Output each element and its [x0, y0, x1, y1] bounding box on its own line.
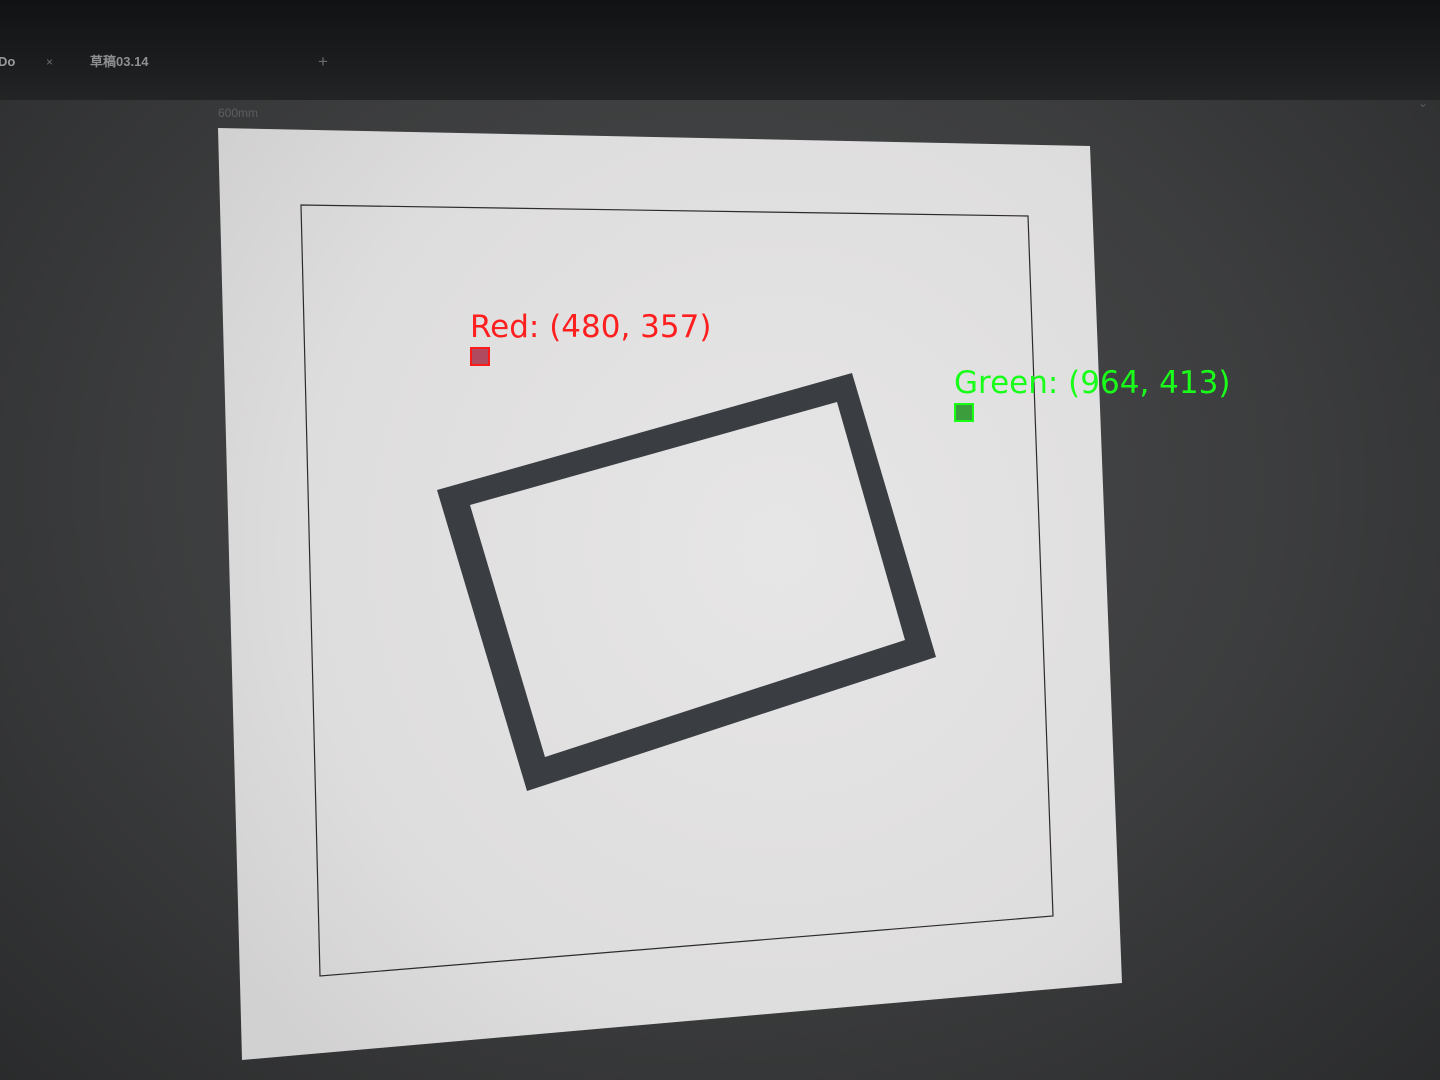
- green-marker-label: Green: (964, 413): [954, 365, 1231, 401]
- green-marker: [954, 403, 974, 422]
- artboard[interactable]: [218, 128, 1122, 1060]
- canvas-view[interactable]: [0, 0, 1440, 1080]
- red-marker: [470, 347, 490, 366]
- design-app-screen: Do × 草稿03.14 + 600mm ⌄ Red: (480, 357) G…: [0, 0, 1440, 1080]
- red-marker-label: Red: (480, 357): [470, 309, 712, 345]
